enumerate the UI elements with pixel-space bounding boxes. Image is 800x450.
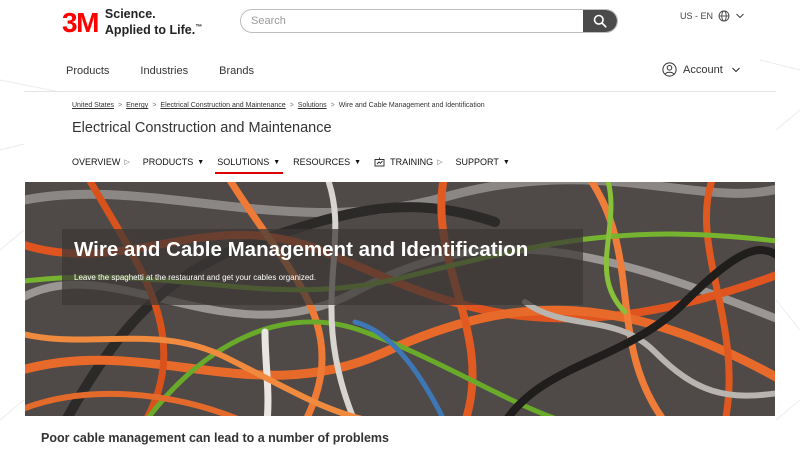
- tab-support-label: SUPPORT: [455, 157, 499, 167]
- tab-support[interactable]: SUPPORT ▼: [456, 156, 510, 168]
- search-bar: [240, 9, 618, 33]
- hero-text-box: Wire and Cable Management and Identifica…: [62, 229, 583, 305]
- search-input[interactable]: [241, 10, 581, 32]
- nav-products[interactable]: Products: [66, 65, 109, 77]
- main-nav: Products Industries Brands: [66, 65, 285, 77]
- locale-selector[interactable]: US - EN: [680, 10, 745, 22]
- chevron-down-icon: [736, 13, 744, 19]
- search-button[interactable]: [583, 10, 617, 32]
- locale-label: US - EN: [680, 11, 714, 21]
- tab-solutions-label: SOLUTIONS: [217, 157, 270, 167]
- header-divider: [24, 91, 776, 92]
- breadcrumb-separator: >: [330, 102, 335, 109]
- breadcrumb-current: Wire and Cable Management and Identifica…: [338, 102, 485, 109]
- breadcrumb-separator: >: [152, 102, 157, 109]
- breadcrumb-energy[interactable]: Energy: [126, 102, 148, 109]
- breadcrumb: United States > Energy > Electrical Cons…: [72, 102, 485, 109]
- hero-banner: Wire and Cable Management and Identifica…: [25, 182, 775, 416]
- arrow-right-icon: ▷: [437, 159, 443, 166]
- breadcrumb-united-states[interactable]: United States: [72, 102, 114, 109]
- caret-down-icon: ▼: [354, 158, 362, 166]
- tab-training[interactable]: TRAINING ▷: [374, 156, 443, 168]
- search-icon: [593, 14, 607, 28]
- page-title: Electrical Construction and Maintenance: [72, 120, 332, 136]
- brand-logo[interactable]: 3M Science. Applied to Life.™: [62, 8, 202, 37]
- breadcrumb-electrical[interactable]: Electrical Construction and Maintenance: [160, 102, 285, 109]
- training-icon: [374, 157, 385, 167]
- section-heading: Poor cable management can lead to a numb…: [41, 431, 389, 445]
- user-circle-icon: [662, 62, 677, 77]
- site-header: 3M Science. Applied to Life.™ US - EN Pr…: [0, 0, 800, 92]
- tagline-line2: Applied to Life.™: [104, 23, 203, 38]
- logo-mark: 3M: [62, 6, 99, 38]
- breadcrumb-separator: >: [289, 102, 294, 109]
- sub-nav: OVERVIEW ▷ PRODUCTS ▼ SOLUTIONS ▼ RESOUR…: [72, 156, 523, 174]
- hero-title: Wire and Cable Management and Identifica…: [74, 238, 529, 261]
- breadcrumb-separator: >: [118, 102, 123, 109]
- tab-products[interactable]: PRODUCTS ▼: [143, 156, 204, 168]
- caret-down-icon: ▼: [273, 158, 281, 166]
- caret-down-icon: ▼: [502, 158, 510, 166]
- caret-down-icon: ▼: [197, 158, 205, 166]
- arrow-right-icon: ▷: [124, 159, 130, 166]
- tab-overview[interactable]: OVERVIEW ▷: [72, 156, 130, 168]
- tab-products-label: PRODUCTS: [142, 157, 194, 167]
- tab-overview-label: OVERVIEW: [72, 157, 121, 167]
- tagline-line1: Science.: [104, 7, 156, 21]
- breadcrumb-solutions[interactable]: Solutions: [298, 102, 327, 109]
- brand-tagline: Science. Applied to Life.™: [105, 8, 202, 37]
- account-chevron-icon: [731, 67, 740, 72]
- tab-training-label: TRAINING: [390, 157, 434, 167]
- tab-resources[interactable]: RESOURCES ▼: [293, 156, 361, 168]
- account-menu[interactable]: Account: [662, 62, 741, 77]
- nav-brands[interactable]: Brands: [219, 65, 254, 77]
- hero-subtitle: Leave the spaghetti at the restaurant an…: [74, 273, 316, 282]
- nav-industries[interactable]: Industries: [140, 65, 188, 77]
- account-label: Account: [683, 63, 723, 76]
- tab-solutions[interactable]: SOLUTIONS ▼: [215, 156, 284, 174]
- globe-icon: [718, 10, 730, 22]
- tab-resources-label: RESOURCES: [293, 157, 351, 167]
